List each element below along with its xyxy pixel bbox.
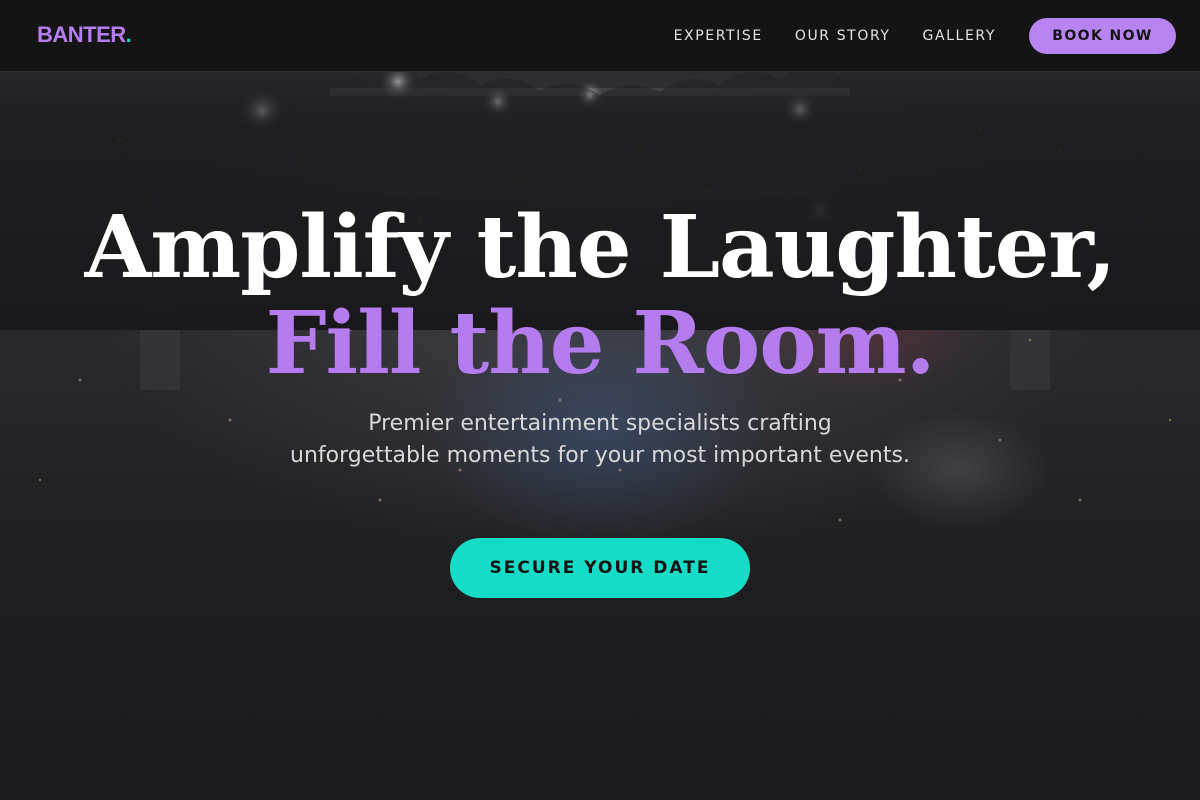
landing-page: BANTER. EXPERTISE OUR STORY GALLERY BOOK… xyxy=(0,0,1200,800)
book-now-button[interactable]: BOOK NOW xyxy=(1029,18,1176,54)
nav-links: EXPERTISE OUR STORY GALLERY xyxy=(674,0,996,72)
nav-link-gallery[interactable]: GALLERY xyxy=(923,28,996,44)
hero-headline-line-1: Amplify the Laughter, xyxy=(84,197,1117,298)
nav-link-our-story[interactable]: OUR STORY xyxy=(795,28,891,44)
top-navbar: BANTER. EXPERTISE OUR STORY GALLERY BOOK… xyxy=(0,0,1200,72)
secure-your-date-button[interactable]: SECURE YOUR DATE xyxy=(450,538,750,598)
brand-name: BANTER xyxy=(37,22,126,47)
brand-logo-dot: . xyxy=(125,22,132,47)
brand-logo[interactable]: BANTER. xyxy=(37,22,132,48)
hero-subtitle: Premier entertainment specialists crafti… xyxy=(290,411,910,468)
nav-link-expertise[interactable]: EXPERTISE xyxy=(674,28,763,44)
hero-headline-line-2: Fill the Room. xyxy=(265,293,935,394)
hero-section: Amplify the Laughter, Fill the Room. Pre… xyxy=(0,200,1200,472)
